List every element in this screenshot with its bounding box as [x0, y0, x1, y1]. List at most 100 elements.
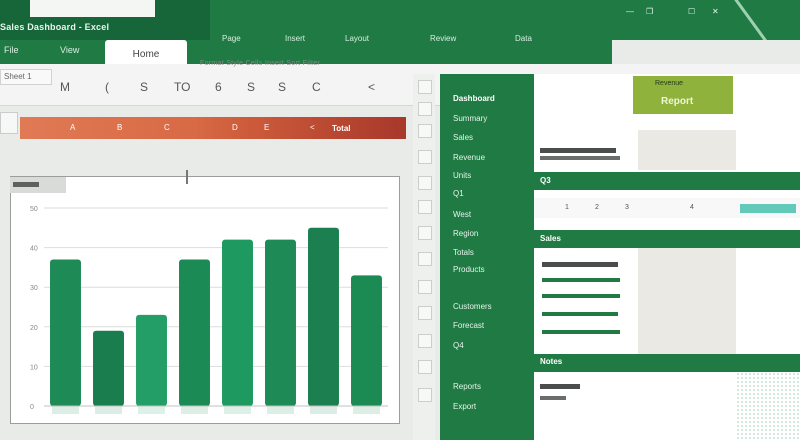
y-tick-label: 0 — [30, 404, 34, 411]
strip-icon-12[interactable] — [418, 360, 432, 374]
quick-access-area[interactable] — [30, 0, 155, 17]
chart-bar[interactable] — [222, 239, 253, 406]
bar-reflection — [310, 406, 337, 414]
strip-icon-1[interactable] — [418, 80, 432, 94]
field-value-3[interactable]: 3 — [625, 204, 629, 211]
callout-subtitle: Revenue — [655, 80, 684, 87]
banner-col-d[interactable]: D — [232, 123, 238, 132]
progress-line — [542, 278, 620, 282]
toolbar-mini-labels: Format Style Cells Insert Sort Filter — [200, 60, 321, 67]
bar-reflection — [267, 406, 294, 414]
banner-col-c[interactable]: C — [164, 123, 170, 132]
placeholder-line — [540, 396, 566, 400]
maximize-icon[interactable]: ☐ — [688, 7, 695, 16]
nav-item-units[interactable]: Units — [453, 171, 471, 180]
field-value-4[interactable]: 4 — [690, 204, 694, 211]
toolbar-tool-9[interactable]: < — [368, 80, 375, 94]
tab-insert[interactable]: Insert — [285, 34, 305, 43]
progress-line — [542, 330, 620, 334]
strip-icon-5[interactable] — [418, 176, 432, 190]
progress-line — [542, 312, 618, 316]
toolbar-tool-6[interactable]: S — [247, 80, 255, 94]
nav-item-forecast[interactable]: Forecast — [453, 321, 484, 330]
chart-bar[interactable] — [93, 330, 124, 406]
bar-reflection — [224, 406, 251, 414]
toolbar-tool-5[interactable]: 6 — [215, 80, 222, 94]
y-tick-label: 20 — [30, 325, 38, 332]
selection-handle[interactable] — [186, 170, 188, 184]
strip-icon-13[interactable] — [418, 388, 432, 402]
toolbar-tool-4[interactable]: TO — [174, 80, 190, 94]
chart-bar[interactable] — [265, 239, 296, 406]
field-value-2[interactable]: 2 — [595, 204, 599, 211]
info-card-top — [638, 130, 736, 170]
nav-item-q1[interactable]: Q1 — [453, 189, 464, 198]
placeholder-line — [540, 148, 616, 153]
minimize-icon[interactable]: — — [626, 7, 634, 16]
strip-icon-10[interactable] — [418, 306, 432, 320]
strip-icon-2[interactable] — [418, 102, 432, 116]
banner-total-label: Total — [332, 124, 351, 133]
tab-review[interactable]: Review — [430, 34, 456, 43]
chart-bar[interactable] — [179, 259, 210, 406]
strip-icon-7[interactable] — [418, 226, 432, 240]
bar-reflection — [52, 406, 79, 414]
chart-bar[interactable] — [50, 259, 81, 406]
nav-item-region[interactable]: Region — [453, 229, 478, 238]
strip-icon-8[interactable] — [418, 252, 432, 266]
restore-icon[interactable]: ❐ — [646, 7, 653, 16]
strip-icon-3[interactable] — [418, 124, 432, 138]
field-value-1[interactable]: 1 — [565, 204, 569, 211]
title-bar: Sales Dashboard - Excel — ❐ ☐ ✕ — [0, 0, 800, 40]
toolbar-tool-8[interactable]: C — [312, 80, 321, 94]
bar-reflection — [353, 406, 380, 414]
strip-icon-6[interactable] — [418, 200, 432, 214]
close-icon[interactable]: ✕ — [712, 7, 719, 16]
toolbar-tool-1[interactable]: M — [60, 80, 70, 94]
tab-view[interactable]: View — [60, 45, 79, 55]
tab-data[interactable]: Data — [515, 34, 532, 43]
nav-item-dashboard[interactable]: Dashboard — [453, 94, 495, 103]
strip-icon-9[interactable] — [418, 280, 432, 294]
callout-title: Report — [661, 96, 694, 107]
banner-col-e[interactable]: E — [264, 123, 269, 132]
banner-col-b[interactable]: B — [117, 123, 122, 132]
nav-item-products[interactable]: Products — [453, 265, 485, 274]
nav-item-sales[interactable]: Sales — [453, 133, 473, 142]
progress-line — [542, 294, 620, 298]
nav-item-west[interactable]: West — [453, 210, 471, 219]
section-label-sales: Sales — [540, 234, 561, 243]
tab-page[interactable]: Page — [222, 34, 241, 43]
chart-bar[interactable] — [308, 227, 339, 406]
section-label-q3: Q3 — [540, 176, 551, 185]
sheet-selector[interactable]: Sheet 1 — [0, 69, 52, 85]
bar-reflection — [138, 406, 165, 414]
nav-item-q4[interactable]: Q4 — [453, 341, 464, 350]
placeholder-line — [540, 156, 620, 160]
tab-file[interactable]: File — [4, 45, 19, 55]
bar-chart[interactable]: 50 40 30 20 10 0 — [14, 198, 396, 420]
toolbar-tool-2[interactable]: ( — [105, 80, 109, 94]
nav-item-revenue[interactable]: Revenue — [453, 153, 485, 162]
apply-button[interactable] — [740, 204, 796, 213]
chart-title-bar — [13, 182, 39, 187]
decorative-stripe — [733, 0, 790, 40]
nav-item-reports[interactable]: Reports — [453, 382, 481, 391]
strip-icon-11[interactable] — [418, 334, 432, 348]
nav-item-customers[interactable]: Customers — [453, 302, 492, 311]
tab-layout[interactable]: Layout — [345, 34, 369, 43]
banner-col-f[interactable]: < — [310, 123, 315, 132]
nav-item-totals[interactable]: Totals — [453, 248, 474, 257]
chart-bar[interactable] — [351, 275, 382, 406]
section-bar-sales — [534, 230, 800, 248]
banner-col-a[interactable]: A — [70, 123, 75, 132]
collapse-handle[interactable] — [0, 112, 18, 134]
chart-bar[interactable] — [136, 314, 167, 406]
toolbar-tool-7[interactable]: S — [278, 80, 286, 94]
placeholder-line — [540, 384, 580, 389]
nav-item-export[interactable]: Export — [453, 402, 476, 411]
strip-icon-4[interactable] — [418, 150, 432, 164]
nav-item-summary[interactable]: Summary — [453, 114, 487, 123]
toolbar-tool-3[interactable]: S — [140, 80, 148, 94]
info-card-bottom — [638, 244, 736, 356]
